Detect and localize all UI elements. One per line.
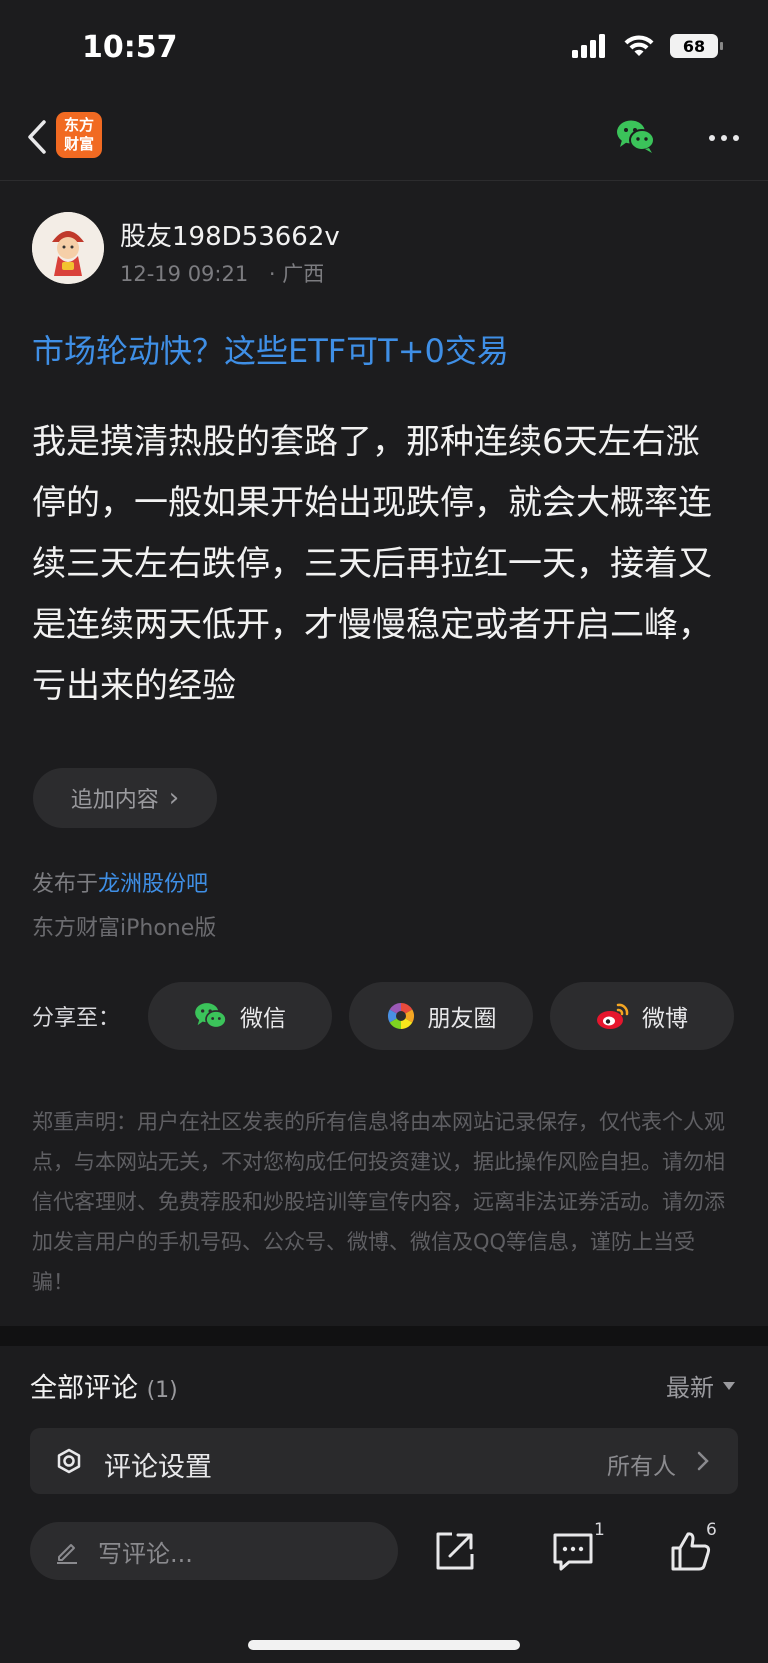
comments-heading: 全部评论 (1) bbox=[30, 1366, 178, 1405]
status-icons: 68 bbox=[572, 34, 723, 58]
weibo-icon bbox=[597, 1003, 629, 1029]
share-weibo-label: 微博 bbox=[642, 1006, 688, 1032]
platform-label: 东方财富iPhone版 bbox=[32, 916, 217, 941]
home-indicator bbox=[248, 1640, 520, 1650]
published-in: 发布于龙洲股份吧 bbox=[32, 866, 208, 898]
author-name[interactable]: 股友198D53662v bbox=[120, 216, 340, 253]
caret-down-icon bbox=[723, 1381, 735, 1390]
comment-settings-label: 评论设置 bbox=[104, 1452, 212, 1483]
wechat-icon[interactable] bbox=[616, 118, 656, 154]
moments-icon bbox=[387, 1002, 414, 1030]
back-chevron-icon[interactable] bbox=[18, 114, 58, 160]
comment-icon[interactable] bbox=[550, 1528, 596, 1574]
like-count-badge: 6 bbox=[706, 1520, 717, 1540]
share-moments-label: 朋友圈 bbox=[427, 1006, 497, 1032]
post-body: 我是摸清热股的套路了，那种连续6天左右涨停的，一般如果开始出现跌停，就会大概率连… bbox=[32, 422, 712, 706]
post-location: · 广西 bbox=[268, 262, 325, 286]
comment-count-badge: 1 bbox=[594, 1520, 605, 1540]
disclaimer: 郑重声明：用户在社区发表的所有信息将由本网站记录保存，仅代表个人观点，与本网站无… bbox=[32, 1110, 725, 1294]
app-logo[interactable]: 东方财富 bbox=[56, 112, 102, 158]
share-wechat-button[interactable]: 微信 bbox=[148, 982, 332, 1050]
post-meta: 12-19 09:21 · 广西 bbox=[120, 258, 324, 288]
wechat-icon bbox=[195, 1003, 227, 1029]
gear-icon bbox=[57, 1448, 81, 1474]
pencil-icon bbox=[57, 1544, 77, 1564]
avatar[interactable] bbox=[32, 212, 104, 284]
comment-settings-row[interactable]: 评论设置 所有人 bbox=[30, 1428, 738, 1494]
post-title-link[interactable]: 市场轮动快？这些ETF可T+0交易 bbox=[32, 326, 509, 372]
published-prefix: 发布于 bbox=[32, 872, 99, 897]
bottom-action-bar: 写评论... 1 6 bbox=[0, 1500, 768, 1663]
sort-label: 最新 bbox=[666, 1374, 714, 1402]
share-moments-button[interactable]: 朋友圈 bbox=[349, 982, 533, 1050]
stock-bar-link[interactable]: 龙洲股份吧 bbox=[98, 872, 208, 897]
add-content-button[interactable]: 追加内容 › bbox=[33, 768, 217, 828]
chevron-right-icon: › bbox=[168, 783, 180, 813]
share-wechat-label: 微信 bbox=[240, 1006, 286, 1032]
comments-title: 全部评论 bbox=[30, 1373, 138, 1404]
status-time: 10:57 bbox=[82, 30, 178, 65]
battery-indicator: 68 bbox=[670, 34, 723, 58]
comment-settings-value: 所有人 bbox=[607, 1454, 676, 1480]
wifi-icon bbox=[624, 35, 654, 56]
top-nav: 东方财富 bbox=[0, 100, 768, 181]
status-bar: 10:57 68 bbox=[0, 0, 768, 100]
write-comment-input[interactable]: 写评论... bbox=[30, 1522, 398, 1580]
write-comment-placeholder: 写评论... bbox=[98, 1539, 193, 1568]
post-time: 12-19 09:21 bbox=[120, 262, 249, 286]
more-icon[interactable] bbox=[704, 118, 744, 158]
add-content-label: 追加内容 bbox=[70, 788, 159, 813]
chevron-right-icon bbox=[697, 1451, 709, 1471]
cellular-signal-icon bbox=[572, 34, 605, 58]
share-icon[interactable] bbox=[432, 1528, 478, 1574]
share-label: 分享至： bbox=[32, 1006, 121, 1031]
section-divider bbox=[0, 1326, 768, 1346]
share-weibo-button[interactable]: 微博 bbox=[550, 982, 734, 1050]
sort-dropdown[interactable]: 最新 bbox=[666, 1368, 736, 1403]
comments-count: (1) bbox=[146, 1378, 178, 1403]
